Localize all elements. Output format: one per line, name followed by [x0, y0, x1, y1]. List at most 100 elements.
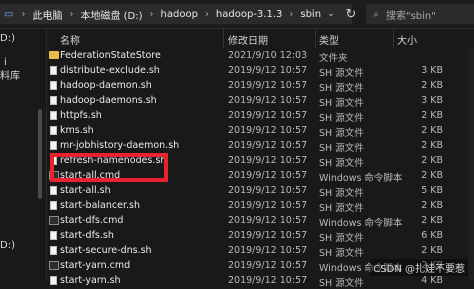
chevron-right-icon: › [289, 8, 294, 20]
file-row[interactable]: hadoop-daemon.sh 2019/9/12 10:57 SH 源文件 2 K… [47, 78, 474, 94]
navigation-pane: D:) i 料库 D:) [0, 29, 47, 280]
file-icon [50, 246, 57, 255]
file-name: start-yarn.sh [60, 275, 121, 286]
file-date: 2019/9/12 10:57 [228, 245, 308, 256]
file-name: start-all.sh [60, 185, 111, 196]
file-type: SH 源文件 [319, 83, 364, 94]
file-date: 2019/9/12 10:57 [228, 125, 308, 136]
file-size: 6 KB [421, 230, 443, 241]
file-date: 2019/9/12 10:57 [228, 260, 308, 271]
file-row[interactable]: mr-jobhistory-daemon.sh 2019/9/12 10:57 SH… [47, 138, 474, 154]
file-type: SH 源文件 [319, 143, 364, 154]
file-name: start-secure-dns.sh [60, 245, 152, 256]
file-size: 2 KB [421, 80, 443, 91]
file-size: 2 KB [421, 125, 443, 136]
file-row[interactable]: start-secure-dns.sh 2019/9/12 10:57 SH 源文件… [47, 243, 474, 259]
file-date: 2019/9/12 10:57 [228, 65, 308, 76]
file-row[interactable]: FederationStateStore 2021/9/10 12:03 文件夹 [47, 48, 474, 64]
search-placeholder: 搜索"sbin" [386, 10, 436, 22]
file-row[interactable]: start-dfs.cmd 2019/9/12 10:57 Windows 命令脚本… [47, 213, 474, 229]
file-date: 2019/9/12 10:57 [228, 275, 308, 286]
column-name[interactable]: 名称 [60, 32, 80, 47]
file-row[interactable]: start-dfs.sh 2019/9/12 10:57 SH 源文件 6 KB [47, 228, 474, 244]
file-name: kms.sh [60, 125, 94, 136]
file-type: SH 源文件 [319, 68, 364, 79]
file-size: 2 KB [421, 110, 443, 121]
file-icon [50, 201, 57, 210]
file-type: SH 源文件 [319, 188, 364, 199]
chevron-right-icon: › [21, 8, 26, 20]
file-date: 2019/9/12 10:57 [228, 80, 308, 91]
file-type: SH 源文件 [319, 248, 364, 259]
file-size: 5 KB [421, 185, 443, 196]
file-date: 2019/9/12 10:57 [228, 200, 308, 211]
file-date: 2019/9/12 10:57 [228, 215, 308, 226]
file-icon [50, 96, 57, 105]
watermark: CSDN @扎娃不要惹 [370, 259, 468, 276]
file-name: httpfs.sh [60, 110, 102, 121]
file-row[interactable]: distribute-exclude.sh 2019/9/12 10:57 SH 源… [47, 63, 474, 79]
file-row[interactable]: hadoop-daemons.sh 2019/9/12 10:57 SH 源文件 3 … [47, 93, 474, 109]
breadcrumb[interactable]: ▭ › 此电脑 › 本地磁盘 (D:) › hadoop › hadoop-3.… [0, 4, 352, 24]
file-type: SH 源文件 [319, 113, 364, 124]
refresh-button[interactable]: ↻ [340, 4, 362, 24]
breadcrumb-hadoop[interactable]: hadoop [159, 9, 200, 20]
file-name: start-dfs.sh [60, 230, 114, 241]
file-date: 2019/9/12 10:57 [228, 95, 308, 106]
breadcrumb-hadoop-313[interactable]: hadoop-3.1.3 [214, 9, 284, 20]
breadcrumb-this-pc[interactable]: 此电脑 [30, 7, 64, 22]
file-size: 2 KB [421, 245, 443, 256]
highlight-box [50, 153, 168, 182]
pc-icon: ▭ [4, 8, 14, 20]
column-size[interactable]: 大小 [397, 32, 417, 47]
column-divider[interactable] [315, 28, 316, 48]
file-date: 2019/9/12 10:57 [228, 155, 308, 166]
file-type: SH 源文件 [319, 233, 364, 244]
sidebar-item-drive[interactable]: D:) [0, 33, 15, 44]
file-size: 2 KB [421, 155, 443, 166]
file-icon [50, 276, 57, 285]
chevron-right-icon: › [204, 8, 209, 20]
file-row[interactable]: start-balancer.sh 2019/9/12 10:57 SH 源文件 2 … [47, 198, 474, 214]
file-icon [50, 111, 57, 120]
chevron-right-icon: › [149, 8, 154, 20]
sidebar-scrollbar[interactable] [38, 109, 42, 199]
file-size: 4 KB [421, 275, 443, 286]
column-divider[interactable] [223, 28, 224, 48]
file-row[interactable]: start-all.sh 2019/9/12 10:57 SH 源文件 5 KB [47, 183, 474, 199]
column-divider[interactable] [393, 28, 394, 48]
sidebar-item-drive-bottom[interactable]: D:) [0, 240, 15, 251]
file-icon [50, 186, 57, 195]
file-size: 2 KB [421, 140, 443, 151]
file-row[interactable]: httpfs.sh 2019/9/12 10:57 SH 源文件 2 KB [47, 108, 474, 124]
column-type[interactable]: 类型 [319, 32, 339, 47]
file-name: distribute-exclude.sh [60, 65, 160, 76]
file-type: 文件夹 [319, 53, 348, 64]
file-date: 2021/9/10 12:03 [228, 50, 308, 61]
file-type: SH 源文件 [319, 98, 364, 109]
file-date: 2019/9/12 10:57 [228, 185, 308, 196]
file-type: SH 源文件 [319, 203, 364, 214]
search-icon: ⌕ [373, 8, 379, 20]
breadcrumb-sbin[interactable]: sbin [298, 9, 323, 20]
file-size: 2 KB [421, 200, 443, 211]
chevron-right-icon: › [69, 8, 74, 20]
file-type: Windows 命令脚本 [319, 173, 403, 184]
breadcrumb-drive-d[interactable]: 本地磁盘 (D:) [78, 7, 144, 22]
search-input[interactable]: ⌕ 搜索"sbin" [366, 4, 474, 24]
address-history-button[interactable]: ⌄ [323, 4, 339, 24]
file-size: 3 KB [421, 95, 443, 106]
file-date: 2019/9/12 10:57 [228, 170, 308, 181]
file-name: hadoop-daemon.sh [60, 80, 152, 91]
file-name: start-dfs.cmd [60, 215, 124, 226]
sidebar-item-library[interactable]: 料库 [0, 67, 20, 82]
file-name: hadoop-daemons.sh [60, 95, 157, 106]
column-date[interactable]: 修改日期 [228, 32, 268, 47]
file-row[interactable]: kms.sh 2019/9/12 10:57 SH 源文件 2 KB [47, 123, 474, 139]
file-name: mr-jobhistory-daemon.sh [60, 140, 180, 151]
file-size: 3 KB [421, 65, 443, 76]
file-icon [50, 231, 57, 240]
file-date: 2019/9/12 10:57 [228, 110, 308, 121]
file-list-scrollbar[interactable] [468, 48, 474, 280]
cmd-icon [49, 261, 59, 270]
